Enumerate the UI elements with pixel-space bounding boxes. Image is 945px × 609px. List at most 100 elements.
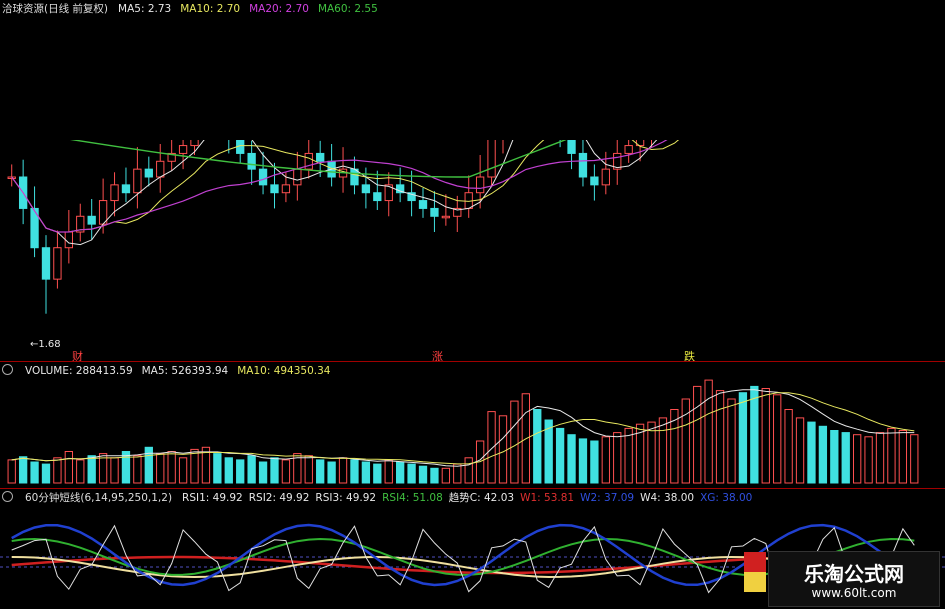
volume-bar (567, 434, 576, 484)
candle-body (190, 140, 199, 147)
volume-bar (898, 430, 908, 484)
volume-bar (773, 394, 782, 484)
indicator-label-4: 趋势C: 42.03 (448, 492, 515, 504)
volume-bar (7, 459, 16, 484)
volume-bar (258, 461, 268, 484)
candle-body (499, 106, 506, 137)
ma60-line (70, 140, 567, 178)
panel-toggle-icon[interactable] (2, 491, 13, 502)
indicator-label-7: W4: 38.00 (640, 492, 695, 504)
volume-bar (270, 457, 279, 484)
indicator-label-6: W2: 37.09 (580, 492, 635, 504)
watermark: 乐淘公式网 www.60lt.com (768, 551, 940, 607)
indicator-label-0: RSI1: 49.92 (182, 492, 243, 504)
volume-bar (87, 455, 96, 484)
volume-bar (761, 388, 770, 484)
volume-bar (533, 409, 542, 484)
volume-bar (213, 453, 222, 484)
candle-body (202, 106, 209, 122)
volume-bar (624, 427, 633, 484)
candle-body (659, 106, 666, 122)
volume-legend: VOLUME: 288413.59 MA5: 526393.94 MA10: 494… (25, 364, 330, 378)
panel-divider-2 (0, 488, 945, 489)
volume-bar (464, 457, 473, 484)
volume-bar (121, 451, 131, 484)
candle-body (373, 192, 382, 202)
volume-bar (590, 440, 599, 484)
candle-body (64, 231, 73, 249)
volume-bar (727, 398, 736, 484)
ma20-line (11, 140, 668, 233)
candle-body (545, 91, 552, 115)
indicator-title: 60分钟短线(6,14,95,250,1,2) (25, 492, 173, 504)
ma5-line (11, 140, 658, 246)
candle-body (41, 247, 51, 280)
volume-bar (498, 415, 508, 484)
volume-bar (338, 457, 348, 484)
volume-bar (453, 463, 462, 484)
candle-group (7, 12, 701, 314)
candle-body (475, 176, 485, 194)
volume-bar (807, 421, 816, 484)
volume-bar (818, 425, 828, 484)
volume-bar (910, 434, 919, 484)
volume-bar (384, 459, 393, 484)
volume-bar (853, 434, 862, 484)
candle-body (144, 168, 153, 178)
candle-body (418, 200, 428, 209)
volume-label-2: MA10: 494350.34 (237, 365, 331, 377)
candle-body (281, 184, 291, 194)
volume-bar (110, 457, 119, 484)
volume-bar (236, 459, 245, 484)
volume-bar (681, 398, 690, 484)
volume-bar (693, 385, 702, 484)
volume-bar (396, 461, 405, 484)
candle-body (430, 207, 439, 217)
candle-body (694, 12, 701, 59)
volume-bar (373, 463, 382, 484)
volume-bar (224, 457, 233, 484)
indicator-legend: RSI1: 49.92 RSI2: 49.92 RSI3: 49.92 RSI4: 5… (182, 491, 752, 505)
volume-bar (53, 457, 62, 484)
volume-bar (18, 456, 28, 484)
candle-body (225, 130, 232, 138)
volume-label-0: VOLUME: 288413.59 (25, 365, 133, 377)
candle-body (648, 122, 655, 138)
candle-body (156, 160, 165, 178)
candle-body (247, 152, 256, 170)
panel-divider-1 (0, 361, 945, 362)
volume-bar (601, 436, 610, 484)
candle-body (87, 215, 96, 225)
ma10-line (11, 140, 680, 233)
candle-body (671, 83, 678, 107)
candle-body (590, 176, 599, 186)
candle-body (682, 59, 689, 83)
candle-body (487, 140, 496, 178)
indicator-panel-header: 60分钟短线(6,14,95,250,1,2) RSI1: 49.92 RSI2:… (0, 491, 752, 505)
candle-body (133, 168, 142, 194)
volume-bar (316, 459, 325, 484)
candle-body (624, 145, 633, 154)
volume-bar (441, 467, 451, 484)
volume-bar (327, 461, 336, 484)
candlestick-chart (7, 12, 701, 314)
volume-bar (830, 430, 839, 484)
volume-chart (7, 379, 919, 484)
indicator-label-8: XG: 38.00 (700, 492, 753, 504)
volume-bar (76, 459, 85, 484)
volume-bar (430, 467, 439, 484)
volume-bar (281, 459, 291, 484)
volume-bar (613, 432, 622, 484)
watermark-url: www.60lt.com (811, 586, 897, 600)
candle-body (316, 152, 325, 162)
volume-bar (30, 461, 39, 484)
candle-body (293, 168, 302, 186)
candle-body (556, 114, 563, 138)
indicator-label-5: W1: 53.81 (520, 492, 575, 504)
panel-toggle-icon[interactable] (2, 364, 13, 375)
volume-bar (178, 457, 188, 484)
volume-bar (647, 421, 656, 484)
volume-bar (864, 436, 873, 484)
volume-bar (156, 453, 165, 484)
volume-bar (190, 448, 199, 484)
